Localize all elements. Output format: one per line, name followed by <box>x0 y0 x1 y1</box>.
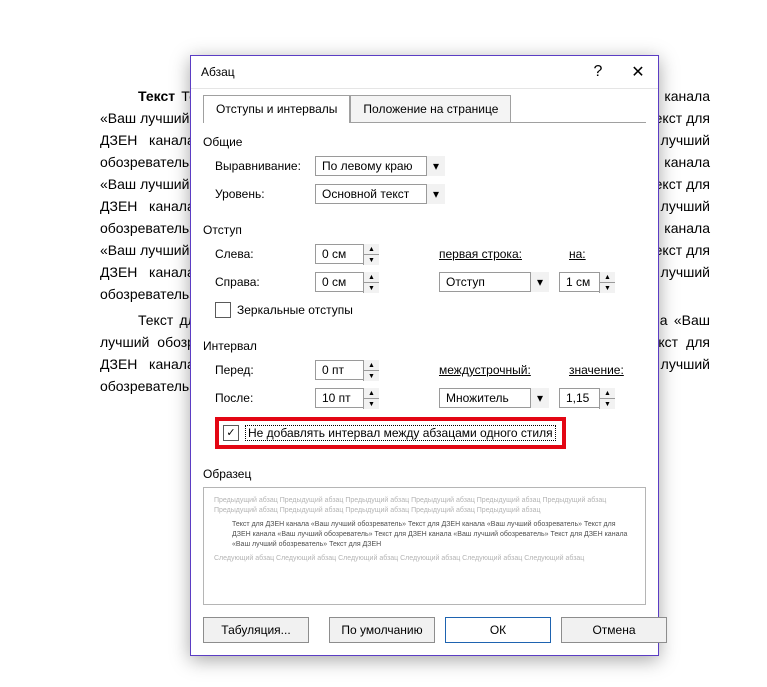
dialog-title: Абзац <box>191 65 578 79</box>
line-spacing-at-label: значение: <box>569 363 624 377</box>
alignment-label: Выравнивание: <box>215 159 315 173</box>
outline-level-label: Уровень: <box>215 187 315 201</box>
group-spacing: Интервал Перед: 0 пт ▲▼ междустрочный: з… <box>203 339 646 455</box>
group-preview: Образец Предыдущий абзац Предыдущий абза… <box>203 467 646 605</box>
spin-up-icon[interactable]: ▲ <box>363 360 379 371</box>
preview-box: Предыдущий абзац Предыдущий абзац Предыд… <box>203 487 646 605</box>
group-indentation-title: Отступ <box>203 223 646 237</box>
no-space-same-style-label: Не добавлять интервал между абзацами одн… <box>245 425 556 441</box>
special-indent-label: первая строка: <box>439 247 539 261</box>
mirror-indents-checkbox[interactable] <box>215 302 231 318</box>
spin-up-icon[interactable]: ▲ <box>363 272 379 283</box>
preview-sample-text: Текст для ДЗЕН канала «Ваш лучший обозре… <box>232 520 635 550</box>
spin-down-icon[interactable]: ▼ <box>363 371 379 381</box>
dialog-button-bar: Табуляция... По умолчанию ОК Отмена <box>203 617 646 643</box>
group-indentation: Отступ Слева: 0 см ▲▼ первая строка: на:… <box>203 223 646 327</box>
group-general-title: Общие <box>203 135 646 149</box>
spin-down-icon[interactable]: ▼ <box>363 399 379 409</box>
chevron-down-icon: ▾ <box>530 272 549 292</box>
spin-up-icon[interactable]: ▲ <box>599 388 615 399</box>
group-preview-title: Образец <box>203 467 646 481</box>
titlebar: Абзац ? ✕ <box>191 56 658 89</box>
spin-up-icon[interactable]: ▲ <box>363 388 379 399</box>
space-after-spinner[interactable]: 10 пт ▲▼ <box>315 388 379 408</box>
group-spacing-title: Интервал <box>203 339 646 353</box>
indent-left-label: Слева: <box>215 247 315 261</box>
spin-down-icon[interactable]: ▼ <box>599 399 615 409</box>
chevron-down-icon: ▾ <box>530 388 549 408</box>
spin-down-icon[interactable]: ▼ <box>363 255 379 265</box>
bg-bold-lead: Текст <box>138 88 175 104</box>
space-before-label: Перед: <box>215 363 315 377</box>
indent-by-spinner[interactable]: 1 см ▲▼ <box>559 272 615 292</box>
set-default-button[interactable]: По умолчанию <box>329 617 435 643</box>
tab-strip: Отступы и интервалы Положение на страниц… <box>203 95 646 123</box>
tab-line-page-breaks[interactable]: Положение на странице <box>350 95 511 122</box>
indent-right-spinner[interactable]: 0 см ▲▼ <box>315 272 379 292</box>
spin-down-icon[interactable]: ▼ <box>599 283 615 293</box>
mirror-indents-label: Зеркальные отступы <box>237 303 353 317</box>
no-space-same-style-row[interactable]: ✓ Не добавлять интервал между абзацами о… <box>223 425 556 441</box>
paragraph-dialog: Абзац ? ✕ Отступы и интервалы Положение … <box>190 55 659 656</box>
cancel-button[interactable]: Отмена <box>561 617 667 643</box>
spin-down-icon[interactable]: ▼ <box>363 283 379 293</box>
help-button[interactable]: ? <box>578 56 618 88</box>
line-spacing-at-spinner[interactable]: 1,15 ▲▼ <box>559 388 615 408</box>
close-button[interactable]: ✕ <box>618 56 658 88</box>
indent-right-label: Справа: <box>215 275 315 289</box>
no-space-same-style-checkbox[interactable]: ✓ <box>223 425 239 441</box>
line-spacing-combo[interactable]: Множитель ▾ <box>439 388 549 408</box>
mirror-indents-row[interactable]: Зеркальные отступы <box>203 299 646 321</box>
space-before-spinner[interactable]: 0 пт ▲▼ <box>315 360 379 380</box>
spin-up-icon[interactable]: ▲ <box>363 244 379 255</box>
indent-by-label: на: <box>569 247 586 261</box>
indent-left-spinner[interactable]: 0 см ▲▼ <box>315 244 379 264</box>
chevron-down-icon: ▾ <box>426 156 445 176</box>
ok-button[interactable]: ОК <box>445 617 551 643</box>
spin-up-icon[interactable]: ▲ <box>599 272 615 283</box>
line-spacing-label: междустрочный: <box>439 363 539 377</box>
tabs-button[interactable]: Табуляция... <box>203 617 309 643</box>
special-indent-combo[interactable]: Отступ ▾ <box>439 272 549 292</box>
preview-next-text: Следующий абзац Следующий абзац Следующи… <box>214 554 635 564</box>
chevron-down-icon: ▾ <box>426 184 445 204</box>
alignment-combo[interactable]: По левому краю ▾ <box>315 156 445 176</box>
highlighted-annotation: ✓ Не добавлять интервал между абзацами о… <box>215 417 566 449</box>
outline-level-combo[interactable]: Основной текст ▾ <box>315 184 445 204</box>
tab-indents-spacing[interactable]: Отступы и интервалы <box>203 95 350 122</box>
preview-previous-text: Предыдущий абзац Предыдущий абзац Предыд… <box>214 496 635 516</box>
group-general: Общие Выравнивание: По левому краю ▾ Уро… <box>203 135 646 211</box>
space-after-label: После: <box>215 391 315 405</box>
